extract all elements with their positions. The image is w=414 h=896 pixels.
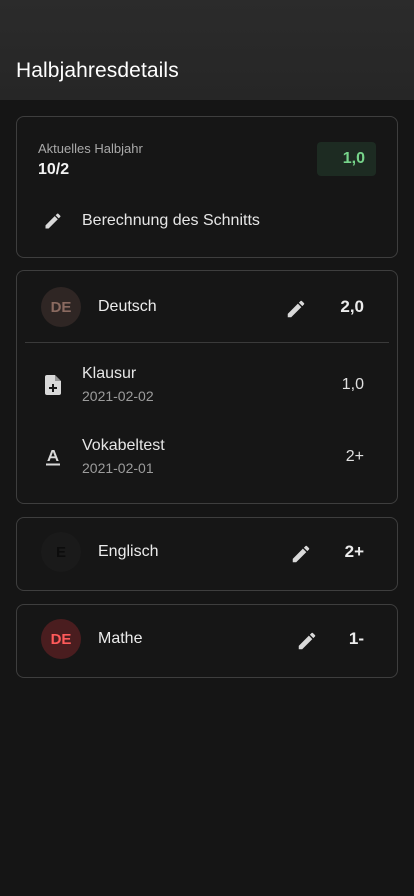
edit-icon[interactable] <box>285 298 307 320</box>
calculate-average-label: Berechnung des Schnitts <box>82 212 260 229</box>
exam-title: Klausur <box>82 365 137 382</box>
semester-value: 10/2 <box>38 161 70 178</box>
pencil-icon <box>45 213 61 229</box>
subject-header-deutsch[interactable]: DE Deutsch 2,0 <box>17 271 397 343</box>
avatar: DE <box>41 619 81 659</box>
divider <box>25 342 389 343</box>
semester-summary-card: Aktuelles Halbjahr 10/2 1,0 Berechnung d… <box>16 116 398 258</box>
subject-card-mathe: DE Mathe 1- <box>16 604 398 678</box>
exam-date: 2021-02-01 <box>82 460 154 476</box>
calculate-average-button[interactable]: Berechnung des Schnitts <box>17 203 397 239</box>
average-badge: 1,0 <box>317 142 376 176</box>
edit-icon[interactable] <box>290 543 312 565</box>
exam-row-vokabeltest[interactable]: Vokabeltest 2021-02-01 2+ <box>17 429 397 493</box>
subject-name: Deutsch <box>98 298 157 315</box>
subject-grade: 1- <box>348 629 364 648</box>
subject-name: Englisch <box>98 543 159 560</box>
exam-row-klausur[interactable]: Klausur 2021-02-02 1,0 <box>17 357 397 421</box>
subject-name: Mathe <box>98 630 143 647</box>
exam-grade: 1,0 <box>341 376 364 393</box>
semester-label: Aktuelles Halbjahr <box>38 141 143 156</box>
avatar: DE <box>41 287 81 327</box>
subject-grade: 2+ <box>344 542 364 561</box>
subject-card-englisch: E Englisch 2+ <box>16 517 398 591</box>
exam-grade: 2+ <box>345 448 364 465</box>
subject-card-deutsch: DE Deutsch 2,0 Klausur 2021-02-02 1,0 Vo… <box>16 270 398 504</box>
exam-title: Vokabeltest <box>82 437 165 454</box>
file-plus-icon <box>45 375 61 395</box>
subject-header-mathe[interactable]: DE Mathe 1- <box>17 603 397 675</box>
subject-header-englisch[interactable]: E Englisch 2+ <box>17 516 397 588</box>
avatar: E <box>41 532 81 572</box>
page-title: Halbjahresdetails <box>16 59 179 82</box>
exam-date: 2021-02-02 <box>82 388 154 404</box>
edit-icon[interactable] <box>296 630 318 652</box>
app-bar: Halbjahresdetails <box>0 0 414 100</box>
subject-grade: 2,0 <box>340 297 364 316</box>
text-format-icon <box>46 450 60 466</box>
